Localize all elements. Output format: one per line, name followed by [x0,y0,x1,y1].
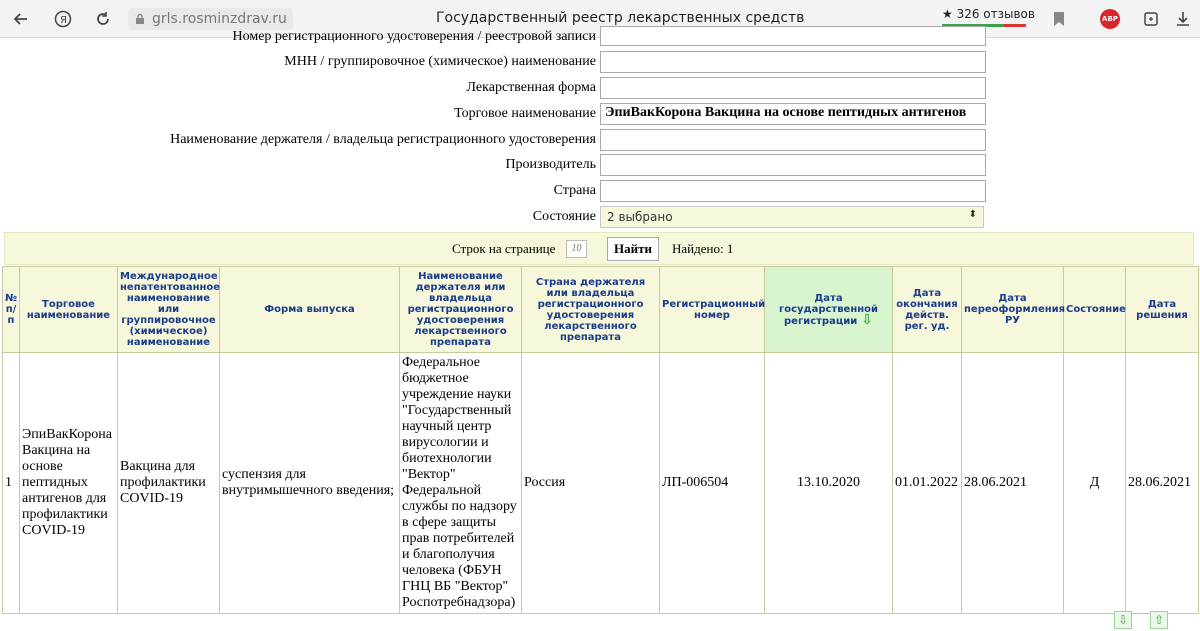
results-table: № п/п Торговое наименование Международно… [2,266,1199,614]
status-select[interactable]: 2 выбрано ⬍ [600,206,984,228]
cell-num: 1 [2,352,20,614]
holder-input[interactable] [600,129,986,151]
form-row-inn: МНН / группировочное (химическое) наимен… [0,51,990,75]
page-title: Государственный реестр лекарственных сре… [436,10,805,26]
header-decision-date[interactable]: Дата решения [1125,266,1199,353]
status-select-value: 2 выбрано [607,210,673,224]
adblock-icon[interactable]: ABP [1100,9,1120,29]
trade-name-input[interactable]: ЭпиВакКорона Вакцина на основе пептидных… [600,103,986,125]
cell-status: Д [1063,352,1126,614]
bookmark-icon[interactable] [1048,8,1070,30]
svg-text:Я: Я [60,15,67,26]
field-label: Торговое наименование [454,106,596,121]
field-label: Производитель [505,157,596,172]
cell-holder-country: Россия [521,352,660,614]
found-count: Найдено: 1 [672,241,734,256]
sort-down-arrow-icon: ⇩ [861,311,873,328]
reviews-badge[interactable]: ★ 326 отзывов [942,7,1035,21]
cell-holder: Федеральное бюджетное учреждение науки "… [399,352,522,614]
form-row-trade-name: Торговое наименование ЭпиВакКорона Вакци… [0,103,990,127]
cell-reissue-date: 28.06.2021 [961,352,1064,614]
header-reissue-date[interactable]: Дата переоформления РУ [961,266,1065,353]
form-row-holder: Наименование держателя / владельца регис… [0,129,990,153]
lock-icon [136,13,144,24]
header-holder[interactable]: Наименование держателя или владельца рег… [399,266,522,353]
cell-expiry-date: 01.01.2022 [892,352,962,614]
header-reg-date[interactable]: Дата государственной регистрации ⇩ [764,266,893,353]
field-label: Номер регистрационного удостоверения / р… [232,29,597,44]
rows-per-page-label: Строк на странице [452,241,556,256]
header-holder-country[interactable]: Страна держателя или владельца регистрац… [521,266,660,353]
table-header-row: № п/п Торговое наименование Международно… [2,266,1199,353]
field-label: МНН / группировочное (химическое) наимен… [284,54,596,69]
dosage-form-input[interactable] [600,77,986,99]
find-button[interactable]: Найти [607,237,659,261]
download-icon[interactable] [1172,8,1194,30]
form-row-manufacturer: Производитель [0,154,990,178]
cell-decision-date: 28.06.2021 [1125,352,1199,614]
cell-reg-date: 13.10.2020 [764,352,893,614]
header-trade-name[interactable]: Торговое наименование [19,266,118,353]
header-status[interactable]: Состояние [1063,266,1126,353]
header-num[interactable]: № п/п [2,266,20,353]
reg-number-input[interactable] [600,26,986,46]
form-row-country: Страна [0,180,990,204]
form-row-dosage-form: Лекарственная форма [0,77,990,101]
header-expiry-date[interactable]: Дата окончания действ. рег. уд. [892,266,962,353]
results-toolbar: Строк на странице 10 Найти Найдено: 1 [4,232,1194,265]
cell-release-form: суспензия для внутримышечного введения; [219,352,400,614]
field-label: Наименование держателя / владельца регис… [170,132,596,147]
form-row-reg-number: Номер регистрационного удостоверения / р… [0,26,990,50]
extensions-icon[interactable] [1140,8,1162,30]
scroll-up-icon[interactable]: ⇧ [1150,611,1168,629]
field-label: Лекарственная форма [466,80,596,95]
cell-reg-number: ЛП-006504 [659,352,765,614]
inn-input[interactable] [600,51,986,73]
manufacturer-input[interactable] [600,154,986,176]
url-text: grls.rosminzdrav.ru [152,11,287,27]
header-reg-number[interactable]: Регистрационный номер [659,266,765,353]
form-row-status: Состояние 2 выбрано ⬍ [0,206,990,230]
table-row[interactable]: 1 ЭпиВакКорона Вакцина на основе пептидн… [2,352,1199,614]
cell-inn: Вакцина для профилактики COVID-19 [117,352,220,614]
country-input[interactable] [600,180,986,202]
select-arrows-icon: ⬍ [968,209,977,220]
scroll-down-icon[interactable]: ⇩ [1114,611,1132,629]
header-inn[interactable]: Международное непатентованное наименован… [117,266,220,353]
field-label: Состояние [532,209,596,224]
cell-trade-name[interactable]: ЭпиВакКорона Вакцина на основе пептидных… [19,352,118,614]
field-label: Страна [553,183,596,198]
rows-per-page-input[interactable]: 10 [566,240,587,258]
header-release-form[interactable]: Форма выпуска [219,266,400,353]
